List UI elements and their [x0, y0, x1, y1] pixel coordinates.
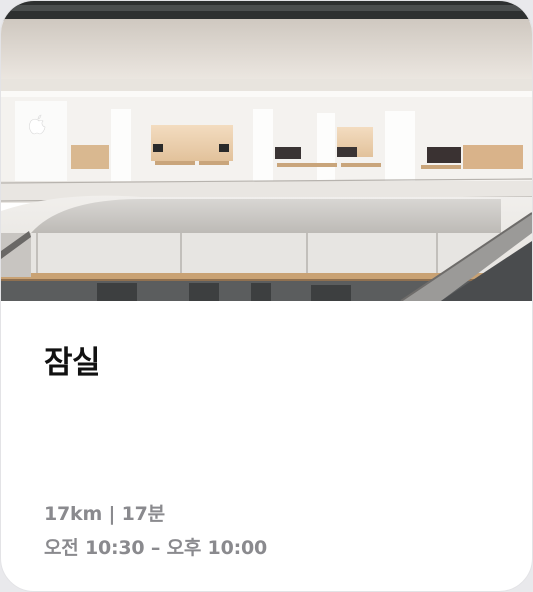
store-distance: 17km | 17분: [44, 503, 165, 525]
store-photo: [1, 1, 532, 301]
store-card[interactable]: 잠실 17km | 17분 오전 10:30 – 오후 10:00: [0, 0, 533, 592]
store-hours: 오전 10:30 – 오후 10:00: [44, 537, 268, 559]
store-name: 잠실: [44, 345, 101, 381]
